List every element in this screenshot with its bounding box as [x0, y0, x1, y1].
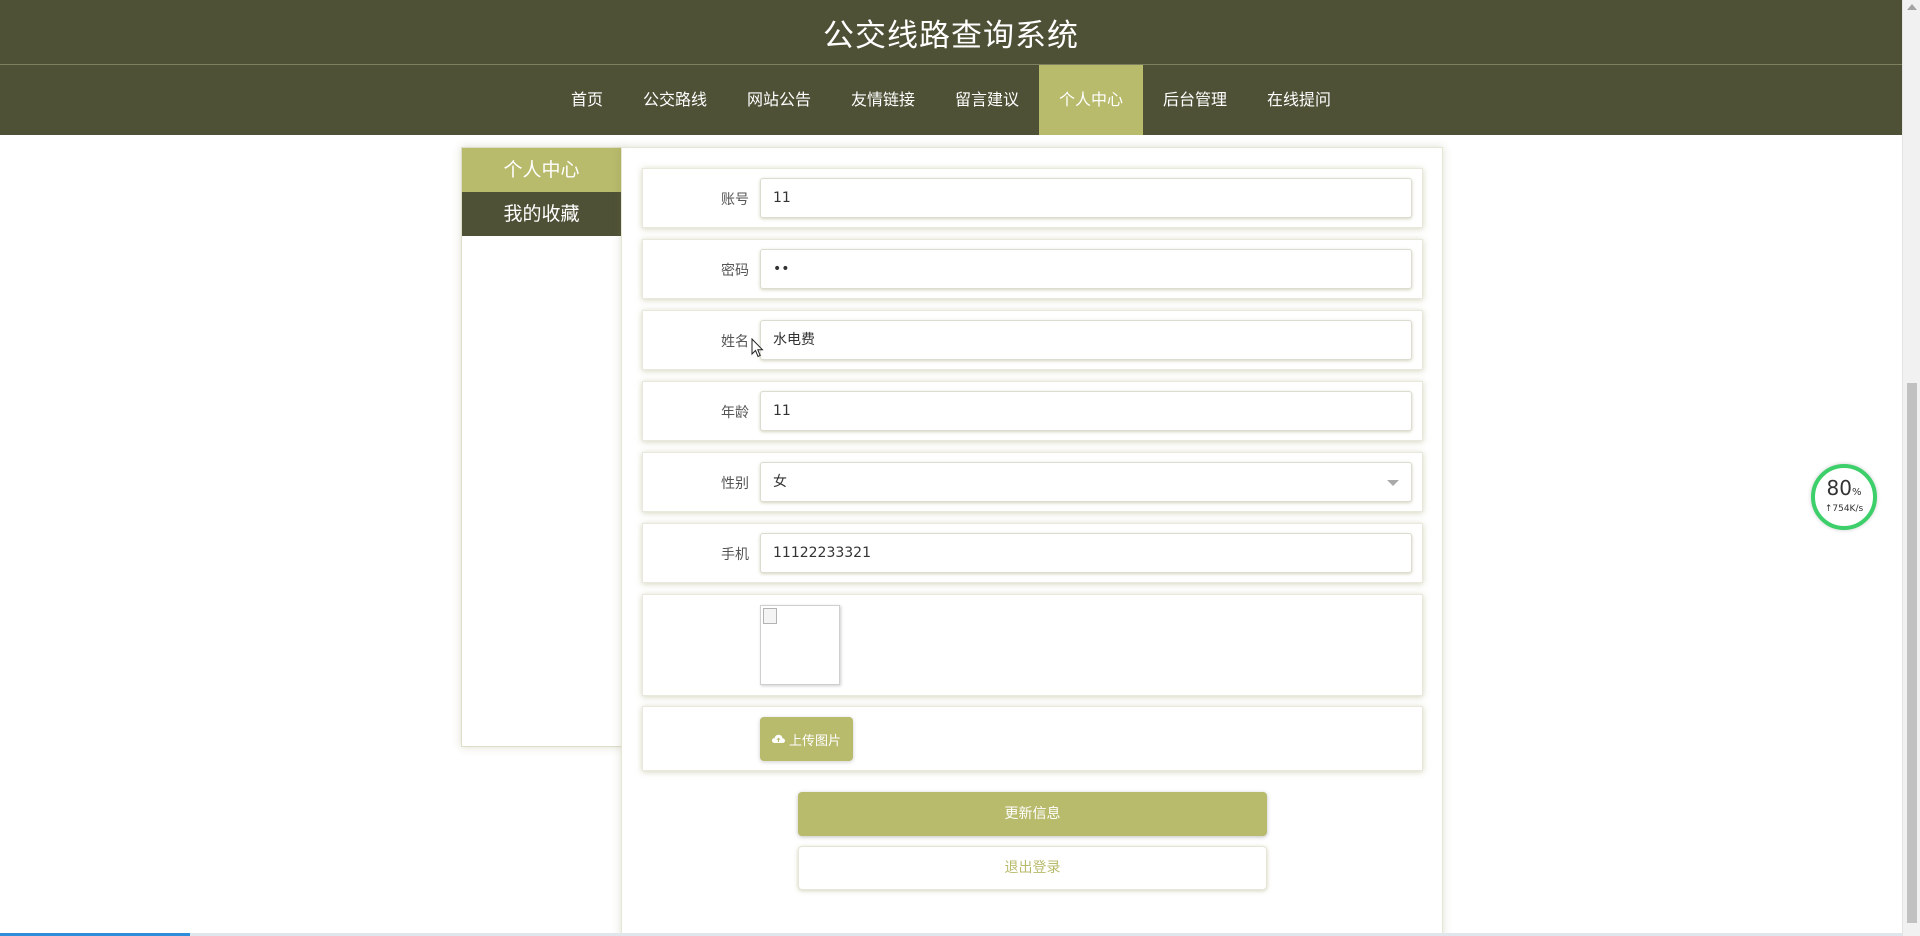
- age-input[interactable]: 11: [760, 391, 1412, 431]
- age-label: 年龄: [721, 405, 749, 421]
- nav-item-home[interactable]: 首页: [551, 65, 623, 135]
- content-container: 个人中心 我的收藏 账号 11 密码 •• 姓名 水电费 年龄 11 性别 女: [461, 147, 1443, 936]
- nav-item-announcements[interactable]: 网站公告: [727, 65, 831, 135]
- scrollbar-thumb[interactable]: [1907, 383, 1917, 923]
- nav-item-bus-routes[interactable]: 公交路线: [623, 65, 727, 135]
- phone-input[interactable]: 11122233321: [760, 533, 1412, 573]
- form-row-age: 年龄 11: [642, 381, 1423, 441]
- speed-rate: ↑754K/s: [1824, 504, 1864, 514]
- gender-selected-value: 女: [773, 474, 787, 490]
- form-row-phone: 手机 11122233321: [642, 523, 1423, 583]
- name-label: 姓名: [721, 334, 749, 350]
- form-row-password: 密码 ••: [642, 239, 1423, 299]
- nav-item-friendly-links[interactable]: 友情链接: [831, 65, 935, 135]
- form-row-avatar-preview: [642, 594, 1423, 696]
- gender-label: 性别: [721, 476, 749, 492]
- network-speed-widget[interactable]: 80% ↑754K/s: [1811, 464, 1877, 530]
- gender-select[interactable]: 女: [760, 462, 1412, 502]
- logout-button[interactable]: 退出登录: [798, 846, 1267, 890]
- nav-item-online-questions[interactable]: 在线提问: [1247, 65, 1351, 135]
- chevron-down-icon: [1387, 480, 1399, 486]
- broken-image-icon: [763, 608, 777, 624]
- update-info-button[interactable]: 更新信息: [798, 792, 1267, 836]
- profile-form-panel: 账号 11 密码 •• 姓名 水电费 年龄 11 性别 女 手机 1112223…: [621, 147, 1443, 936]
- phone-label: 手机: [721, 547, 749, 563]
- upload-image-button[interactable]: 上传图片: [760, 717, 853, 761]
- upload-button-label: 上传图片: [788, 733, 841, 749]
- nav-item-admin[interactable]: 后台管理: [1143, 65, 1247, 135]
- sidebar-item-personal-center[interactable]: 个人中心: [462, 148, 621, 192]
- cloud-upload-icon: [771, 734, 785, 743]
- scroll-up-arrow-icon[interactable]: [1907, 4, 1917, 10]
- form-row-upload: 上传图片: [642, 706, 1423, 771]
- name-input[interactable]: 水电费: [760, 320, 1412, 360]
- avatar-image-preview: [760, 605, 840, 685]
- nav-item-feedback[interactable]: 留言建议: [935, 65, 1039, 135]
- vertical-scrollbar[interactable]: [1902, 0, 1920, 936]
- mouse-cursor-icon: [751, 338, 764, 358]
- sidebar-item-my-favorites[interactable]: 我的收藏: [462, 192, 621, 236]
- password-label: 密码: [721, 263, 749, 279]
- form-row-account: 账号 11: [642, 168, 1423, 228]
- sidebar: 个人中心 我的收藏: [461, 147, 622, 747]
- speed-percent: 80%: [1826, 476, 1862, 500]
- main-nav: 首页 公交路线 网站公告 友情链接 留言建议 个人中心 后台管理 在线提问: [0, 65, 1902, 135]
- account-label: 账号: [721, 192, 749, 208]
- site-title: 公交线路查询系统: [823, 17, 1079, 54]
- account-input[interactable]: 11: [760, 178, 1412, 218]
- site-header: 公交线路查询系统: [0, 0, 1902, 65]
- form-row-gender: 性别 女: [642, 452, 1423, 512]
- password-input[interactable]: ••: [760, 249, 1412, 289]
- nav-item-personal-center[interactable]: 个人中心: [1039, 65, 1144, 135]
